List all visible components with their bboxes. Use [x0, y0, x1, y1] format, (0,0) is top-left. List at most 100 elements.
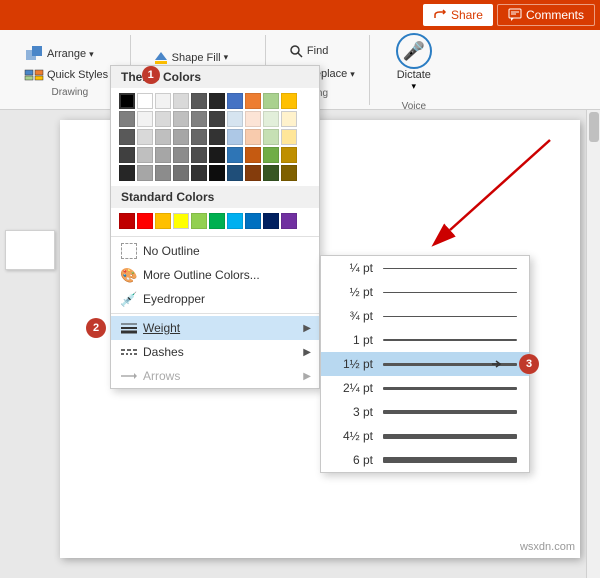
weight-1pt[interactable]: 1 pt	[321, 328, 529, 352]
eyedropper-item[interactable]: 💉 Eyedropper	[111, 287, 319, 311]
scrollbar-thumb[interactable]	[589, 112, 599, 142]
tc-2-0[interactable]	[119, 129, 135, 145]
tc-3-7[interactable]	[245, 147, 261, 163]
sc-7[interactable]	[245, 213, 261, 229]
color-swatch-black[interactable]	[119, 93, 135, 109]
color-swatch-7[interactable]	[263, 93, 279, 109]
tc-2-2[interactable]	[155, 129, 171, 145]
more-outline-colors-item[interactable]: 🎨 More Outline Colors...	[111, 263, 319, 287]
tc-1-8[interactable]	[263, 111, 279, 127]
no-outline-item[interactable]: No Outline	[111, 239, 319, 263]
tc-3-6[interactable]	[227, 147, 243, 163]
tc-4-8[interactable]	[263, 165, 279, 181]
tc-4-0[interactable]	[119, 165, 135, 181]
weight-075pt[interactable]: ¾ pt	[321, 304, 529, 328]
dashes-icon	[121, 344, 137, 360]
find-button[interactable]: Find	[282, 41, 361, 61]
standard-color-grid	[111, 208, 319, 234]
dashes-submenu-arrow: ▶	[303, 347, 311, 358]
color-swatch-5[interactable]	[227, 93, 243, 109]
tc-3-3[interactable]	[173, 147, 189, 163]
tc-3-9[interactable]	[281, 147, 297, 163]
theme-color-row-2	[119, 129, 311, 145]
badge-2: 2	[86, 318, 106, 338]
color-swatch-4[interactable]	[209, 93, 225, 109]
dashes-item[interactable]: Dashes ▶	[111, 340, 319, 364]
weight-6pt[interactable]: 6 pt	[321, 448, 529, 472]
tc-1-5[interactable]	[209, 111, 225, 127]
tc-3-1[interactable]	[137, 147, 153, 163]
dictate-group: 🎤 Dictate ▾ Voice	[378, 35, 450, 105]
weight-025pt[interactable]: ¼ pt	[321, 256, 529, 280]
tc-3-2[interactable]	[155, 147, 171, 163]
weight-15pt[interactable]: 1½ pt 3	[321, 352, 529, 376]
tc-4-1[interactable]	[137, 165, 153, 181]
tc-2-7[interactable]	[245, 129, 261, 145]
tc-4-7[interactable]	[245, 165, 261, 181]
sc-0[interactable]	[119, 213, 135, 229]
color-swatch-1[interactable]	[155, 93, 171, 109]
tc-2-9[interactable]	[281, 129, 297, 145]
tc-2-1[interactable]	[137, 129, 153, 145]
tc-2-6[interactable]	[227, 129, 243, 145]
tc-1-6[interactable]	[227, 111, 243, 127]
tc-1-3[interactable]	[173, 111, 189, 127]
sc-5[interactable]	[209, 213, 225, 229]
sc-1[interactable]	[137, 213, 153, 229]
color-swatch-3[interactable]	[191, 93, 207, 109]
tc-1-7[interactable]	[245, 111, 261, 127]
dictate-button[interactable]: 🎤 Dictate ▾	[386, 28, 442, 97]
microphone-icon: 🎤	[396, 33, 432, 69]
tc-2-8[interactable]	[263, 129, 279, 145]
tc-3-5[interactable]	[209, 147, 225, 163]
weight-225pt[interactable]: 2¼ pt	[321, 376, 529, 400]
sc-2[interactable]	[155, 213, 171, 229]
color-swatch-white[interactable]	[137, 93, 153, 109]
weight-45pt[interactable]: 4½ pt	[321, 424, 529, 448]
tc-2-3[interactable]	[173, 129, 189, 145]
weight-05pt[interactable]: ½ pt	[321, 280, 529, 304]
tc-2-5[interactable]	[209, 129, 225, 145]
tc-3-4[interactable]	[191, 147, 207, 163]
tc-1-9[interactable]	[281, 111, 297, 127]
sc-6[interactable]	[227, 213, 243, 229]
weight-item[interactable]: 2 Weight ▶	[111, 316, 319, 340]
sc-9[interactable]	[281, 213, 297, 229]
tc-1-0[interactable]	[119, 111, 135, 127]
tc-1-2[interactable]	[155, 111, 171, 127]
weight-line-6	[383, 457, 517, 463]
weight-submenu-arrow: ▶	[303, 323, 311, 334]
tc-2-4[interactable]	[191, 129, 207, 145]
weight-3pt[interactable]: 3 pt	[321, 400, 529, 424]
sc-8[interactable]	[263, 213, 279, 229]
arrows-item[interactable]: Arrows ▶	[111, 364, 319, 388]
vertical-scrollbar[interactable]	[586, 110, 600, 578]
sc-4[interactable]	[191, 213, 207, 229]
quick-styles-button[interactable]: Quick Styles ▾	[18, 67, 122, 83]
color-swatch-8[interactable]	[281, 93, 297, 109]
tc-4-6[interactable]	[227, 165, 243, 181]
tc-4-2[interactable]	[155, 165, 171, 181]
color-swatch-2[interactable]	[173, 93, 189, 109]
ribbon-top-buttons: Share Comments	[423, 4, 595, 26]
tc-3-8[interactable]	[263, 147, 279, 163]
sc-3[interactable]	[173, 213, 189, 229]
theme-color-row-3	[119, 147, 311, 163]
tc-1-4[interactable]	[191, 111, 207, 127]
ribbon-top-bar: Share Comments	[0, 0, 600, 30]
comments-button[interactable]: Comments	[497, 4, 595, 26]
share-button[interactable]: Share	[423, 4, 493, 26]
eyedropper-icon: 💉	[121, 291, 137, 307]
color-swatch-6[interactable]	[245, 93, 261, 109]
shape-outline-dropdown: Theme Colors	[110, 65, 320, 389]
tc-4-9[interactable]	[281, 165, 297, 181]
tc-4-4[interactable]	[191, 165, 207, 181]
weight-line-3	[383, 410, 517, 414]
tc-3-0[interactable]	[119, 147, 135, 163]
tc-4-5[interactable]	[209, 165, 225, 181]
tc-4-3[interactable]	[173, 165, 189, 181]
tc-1-1[interactable]	[137, 111, 153, 127]
weight-line-1	[383, 339, 517, 341]
standard-color-row	[119, 213, 311, 229]
arrange-button[interactable]: Arrange ▾	[18, 42, 122, 66]
